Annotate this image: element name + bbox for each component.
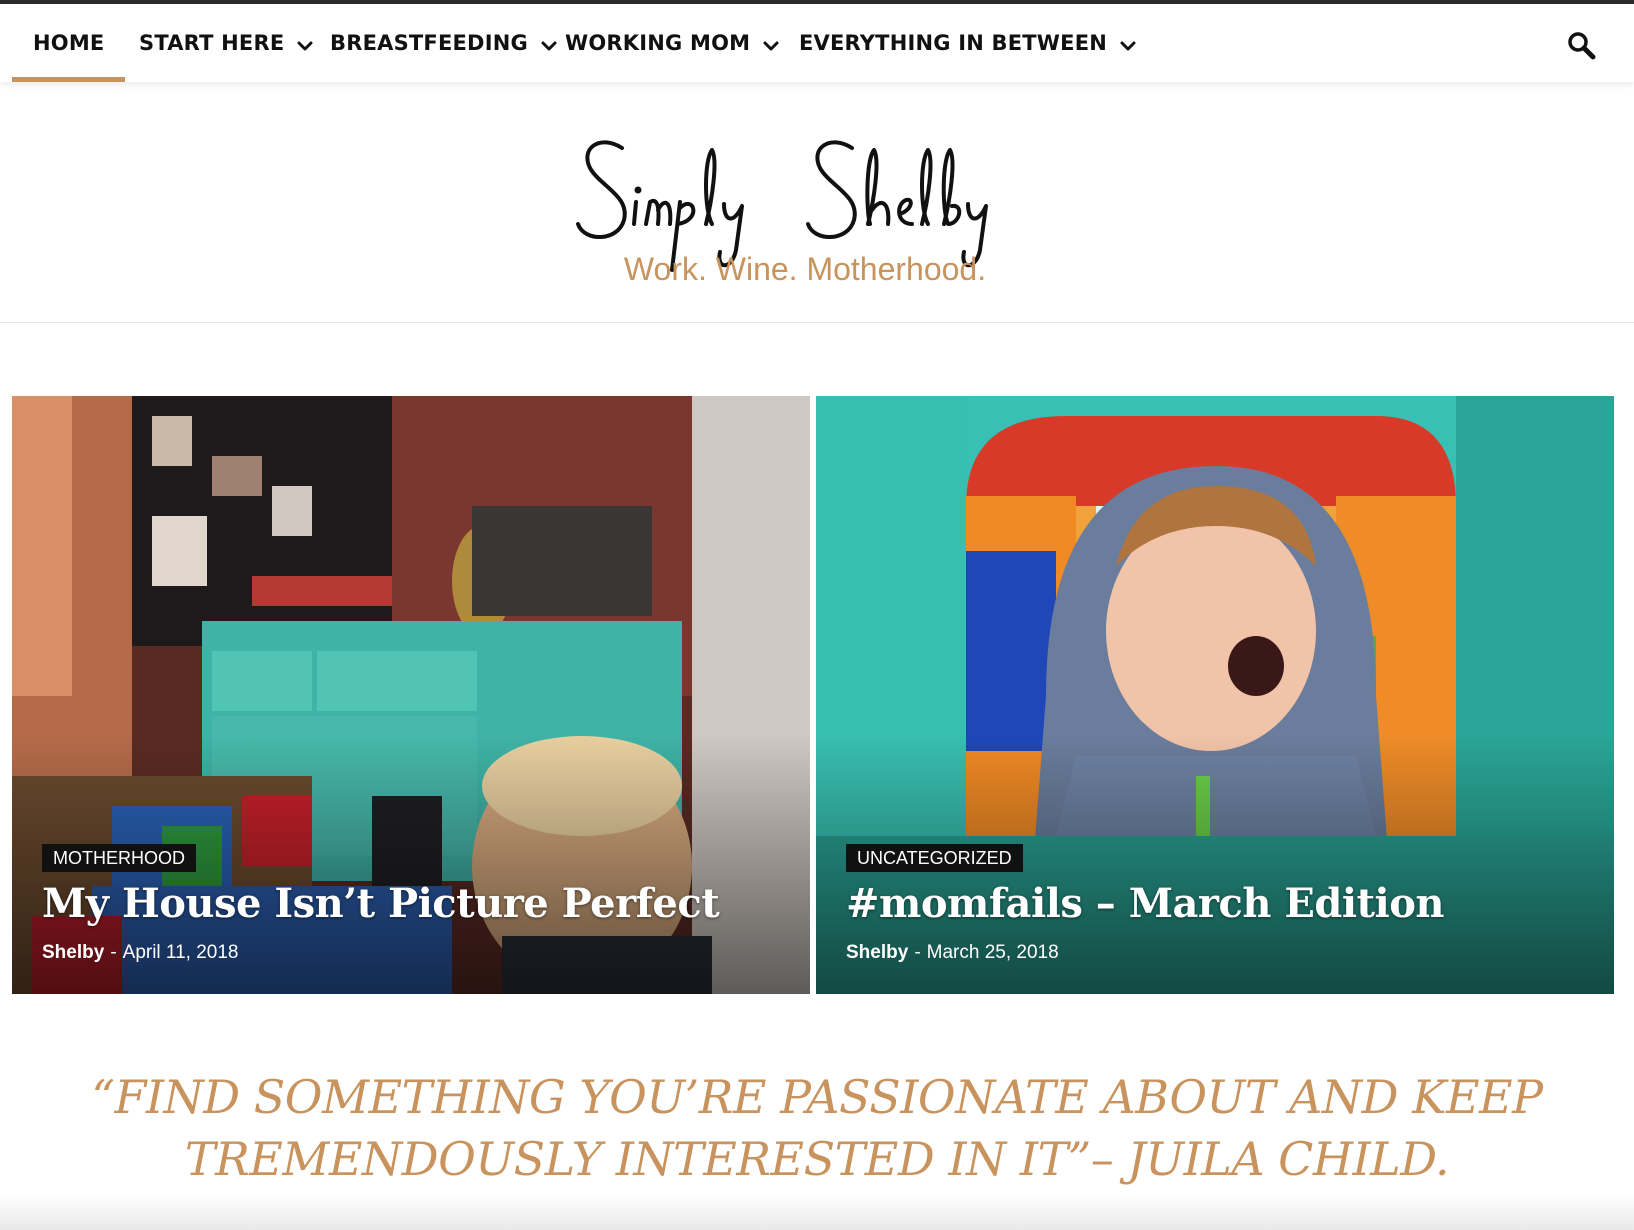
nav-item-everything-in-between[interactable]: EVERYTHING IN BETWEEN — [799, 4, 1139, 82]
nav-item-label: BREASTFEEDING — [330, 31, 528, 55]
nav-item-home[interactable]: HOME — [11, 4, 127, 82]
post-title[interactable]: #momfails – March Edition — [846, 880, 1444, 927]
page-bottom-shadow — [0, 1196, 1634, 1230]
post-date: March 25, 2018 — [926, 942, 1059, 963]
category-badge[interactable]: MOTHERHOOD — [42, 844, 196, 872]
nav-item-working-mom[interactable]: WORKING MOM — [565, 4, 782, 82]
main-navigation: HOME START HERE BREASTFEEDING WORKING MO… — [0, 4, 1634, 82]
chevron-down-icon — [297, 41, 313, 51]
chevron-down-icon — [763, 41, 779, 51]
nav-item-label: START HERE — [139, 31, 285, 55]
nav-item-start-here[interactable]: START HERE — [139, 4, 316, 82]
post-date: April 11, 2018 — [122, 942, 239, 963]
logo-graphic: Work. Wine. Motherhood. — [576, 140, 988, 287]
category-badge[interactable]: UNCATEGORIZED — [846, 844, 1023, 872]
post-meta: Shelby - March 25, 2018 — [846, 942, 1059, 964]
search-icon[interactable] — [1566, 30, 1596, 60]
nav-item-label: EVERYTHING IN BETWEEN — [799, 31, 1108, 55]
meta-separator: - — [914, 942, 921, 963]
chevron-down-icon — [1120, 41, 1136, 51]
nav-item-breastfeeding[interactable]: BREASTFEEDING — [330, 4, 560, 82]
featured-quote: “FIND SOMETHING YOU’RE PASSIONATE ABOUT … — [0, 1066, 1634, 1190]
post-author[interactable]: Shelby — [42, 942, 104, 963]
quote-line: “FIND SOMETHING YOU’RE PASSIONATE ABOUT … — [91, 1070, 1543, 1124]
chevron-down-icon — [541, 41, 557, 51]
nav-item-label: WORKING MOM — [565, 31, 751, 55]
post-meta: Shelby - April 11, 2018 — [42, 942, 238, 964]
header-divider — [0, 322, 1634, 323]
meta-separator: - — [110, 942, 117, 963]
logo-tagline: Work. Wine. Motherhood. — [624, 251, 986, 287]
site-logo[interactable]: Work. Wine. Motherhood. — [560, 120, 1050, 300]
post-title[interactable]: My House Isn’t Picture Perfect — [42, 880, 720, 927]
featured-post-card[interactable]: MOTHERHOOD My House Isn’t Picture Perfec… — [12, 396, 810, 994]
featured-post-card[interactable]: UNCATEGORIZED #momfails – March Edition … — [816, 396, 1614, 994]
post-author[interactable]: Shelby — [846, 942, 908, 963]
quote-line: TREMENDOUSLY INTERESTED IN IT”– JUILA CH… — [184, 1132, 1450, 1186]
nav-item-label: HOME — [33, 31, 105, 55]
